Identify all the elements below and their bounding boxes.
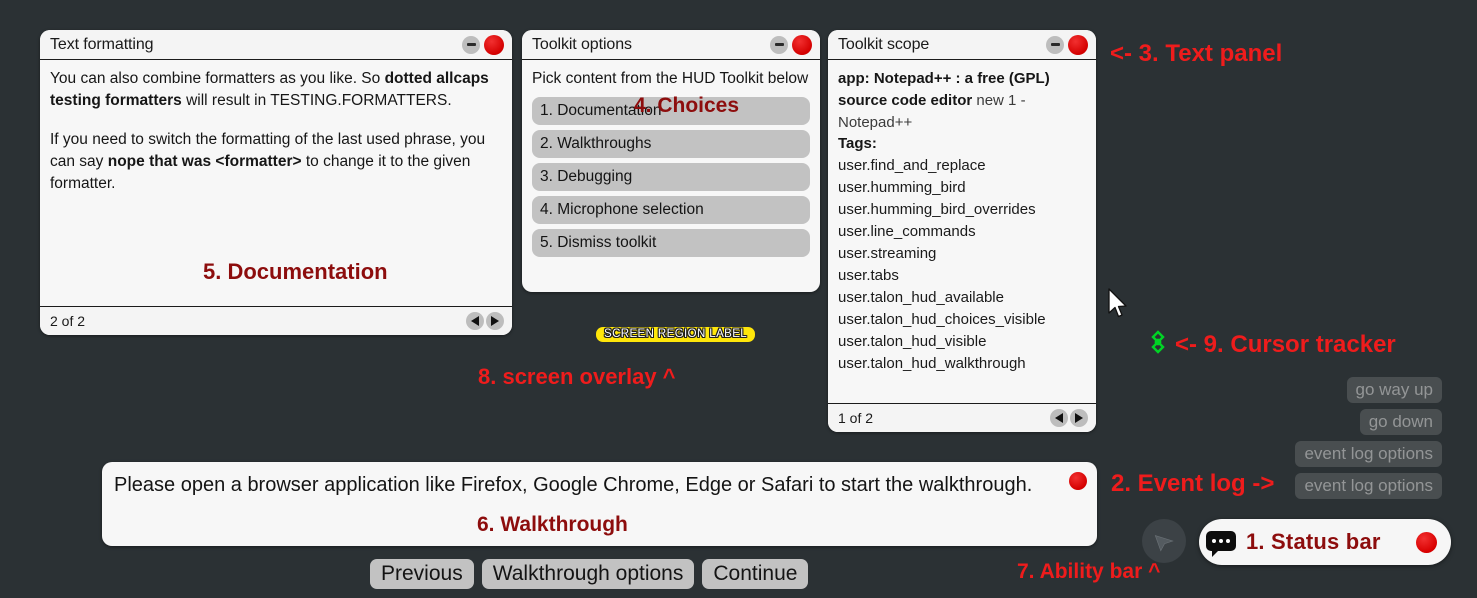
close-circle-icon[interactable] [792, 34, 812, 55]
scope-tags-label: Tags: [838, 135, 877, 153]
minus-circle-icon[interactable] [770, 35, 788, 54]
continue-button[interactable]: Continue [702, 559, 809, 590]
scope-tag-item: user.humming_bird_overrides [838, 201, 1036, 219]
triangle-left-icon[interactable] [466, 312, 484, 330]
text-panel-title-buttons [462, 34, 504, 55]
choice-panel[interactable]: Toolkit options Pick content from the HU… [522, 30, 820, 292]
scope-tag-item: user.line_commands [838, 223, 976, 241]
scope-tag-item: user.find_and_replace [838, 157, 986, 174]
text-panel-nav [466, 312, 504, 330]
choice-item[interactable]: 4. Microphone selection [532, 195, 810, 224]
choice-item[interactable]: 3. Debugging [532, 162, 810, 191]
text-paragraph-2: If you need to switch the formatting of … [50, 129, 502, 195]
text-panel-page-indicator: 2 of 2 [50, 313, 86, 329]
status-bar-label: 1. Status bar [1246, 529, 1381, 554]
scope-tag-list: user.find_and_replace user.humming_bird … [838, 155, 1086, 375]
text-panel[interactable]: Text formatting You can also combine for… [40, 30, 512, 335]
scope-tag-item: user.talon_hud_visible [838, 333, 987, 351]
ability-bar[interactable] [1142, 519, 1186, 563]
triangle-right-icon[interactable] [486, 312, 504, 330]
event-log-item[interactable]: go way up [1346, 377, 1442, 404]
text-p1-part2: will result in TESTING.FORMATTERS. [181, 92, 452, 109]
scope-tag-item: user.tabs [838, 267, 899, 285]
annotation-documentation: 5. Documentation [203, 259, 388, 284]
scope-tag-item: user.humming_bird [838, 179, 966, 197]
green-diamond-crosshair-icon [1146, 330, 1170, 354]
choice-item[interactable]: 5. Dismiss toolkit [532, 228, 810, 257]
close-circle-icon[interactable] [484, 34, 504, 55]
speech-bubble-icon [1206, 531, 1236, 557]
scope-tag-item: user.talon_hud_walkthrough [838, 355, 1026, 373]
event-log: go way up go down event log options even… [1295, 377, 1442, 500]
annotation-screen-overlay: 8. screen overlay ^ [478, 364, 676, 389]
annotation-ability-bar: 7. Ability bar ^ [1017, 560, 1161, 583]
choice-panel-titlebar: Toolkit options [522, 30, 820, 60]
event-log-item[interactable]: event log options [1295, 473, 1442, 500]
previous-button[interactable]: Previous [370, 559, 474, 590]
text-panel-title: Text formatting [50, 35, 154, 53]
triangle-left-icon[interactable] [1050, 409, 1068, 427]
choice-panel-title: Toolkit options [532, 35, 632, 53]
walkthrough-options-button[interactable]: Walkthrough options [481, 559, 695, 590]
text-panel-footer: 2 of 2 [40, 306, 512, 335]
scope-panel-body: app: Notepad++ : a free (GPL) source cod… [828, 60, 1096, 403]
scope-panel-titlebar: Toolkit scope [828, 30, 1096, 60]
mouse-pointer-icon [1107, 288, 1129, 322]
text-p2-bold: nope that was <formatter> [107, 153, 302, 170]
scope-panel-title: Toolkit scope [838, 35, 930, 53]
screen-region-label: SCREEN REGION LABEL [596, 327, 756, 342]
choice-panel-title-buttons [770, 34, 812, 55]
event-log-item[interactable]: go down [1359, 409, 1442, 436]
annotation-walkthrough: 6. Walkthrough [477, 513, 628, 536]
minus-circle-icon[interactable] [462, 35, 480, 54]
scope-panel-nav [1050, 409, 1088, 427]
scope-tag-item: user.talon_hud_available [838, 289, 1004, 307]
annotation-choices: 4. Choices [634, 94, 740, 117]
scope-panel-footer: 1 of 2 [828, 403, 1096, 432]
walkthrough-button-row: Previous Walkthrough options Continue [370, 559, 809, 590]
minus-circle-icon[interactable] [1046, 35, 1064, 54]
scope-panel-page-indicator: 1 of 2 [838, 410, 874, 426]
text-p1-part1: You can also combine formatters as you l… [50, 70, 385, 87]
cursor-arrow-icon [1154, 535, 1174, 552]
text-panel-titlebar: Text formatting [40, 30, 512, 60]
choice-intro-text: Pick content from the HUD Toolkit below [532, 70, 809, 87]
scope-tag-item: user.streaming [838, 245, 937, 263]
scope-tag-item: user.talon_hud_choices_visible [838, 311, 1046, 329]
annotation-event-log: 2. Event log -> [1111, 470, 1275, 497]
text-paragraph-1: You can also combine formatters as you l… [50, 68, 502, 112]
scope-app-line: app: Notepad++ : a free (GPL) source cod… [838, 68, 1086, 133]
scope-panel[interactable]: Toolkit scope app: Notepad++ : a free (G… [828, 30, 1096, 432]
annotation-text-panel: <- 3. Text panel [1110, 40, 1283, 67]
scope-panel-title-buttons [1046, 34, 1088, 55]
close-circle-icon[interactable] [1069, 472, 1087, 490]
triangle-right-icon[interactable] [1070, 409, 1088, 427]
status-bar[interactable]: 1. Status bar [1199, 519, 1451, 565]
choice-list: 1. Documentation 2. Walkthroughs 3. Debu… [532, 96, 810, 257]
annotation-cursor-tracker: <- 9. Cursor tracker [1175, 331, 1396, 358]
event-log-item[interactable]: event log options [1295, 441, 1442, 468]
choice-item[interactable]: 2. Walkthroughs [532, 129, 810, 158]
walkthrough-message: Please open a browser application like F… [114, 474, 1033, 496]
red-dot-icon[interactable] [1416, 531, 1437, 553]
close-circle-icon[interactable] [1068, 34, 1088, 55]
